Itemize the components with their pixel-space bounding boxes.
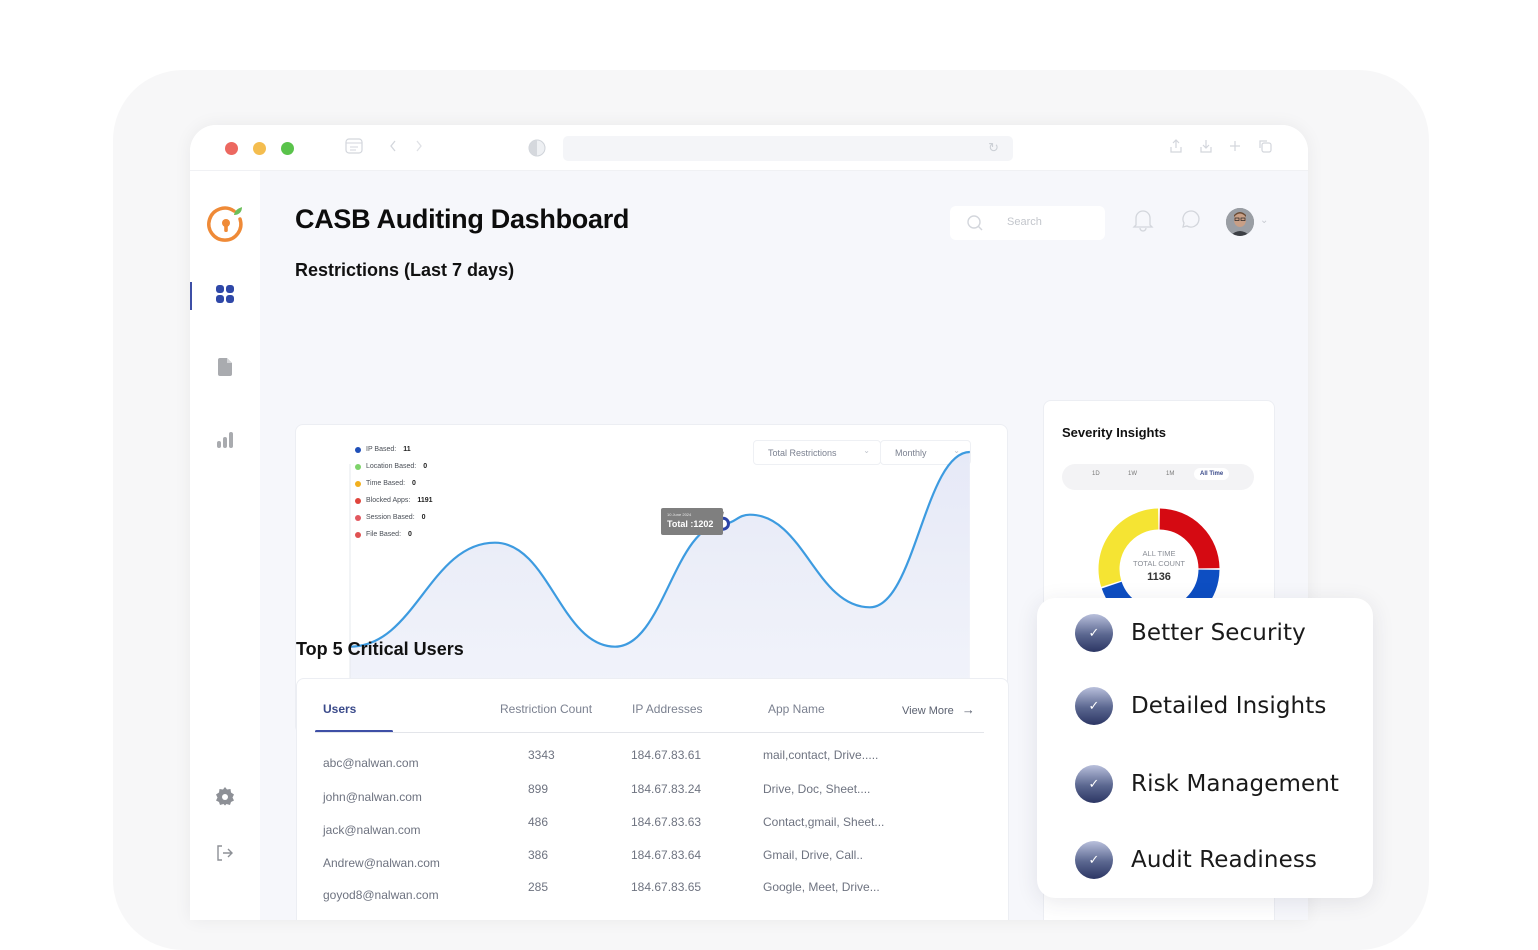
critical-users-card: Users Restriction Count IP Addresses App… (296, 678, 1009, 920)
cell-app-name: Google, Meet, Drive... (763, 880, 880, 894)
donut-label-line1: ALL TIME (1142, 549, 1176, 558)
keyhole-logo[interactable] (204, 203, 248, 252)
sidebar-item-dashboard[interactable] (190, 278, 260, 314)
cell-app-name: Contact,gmail, Sheet... (763, 815, 885, 829)
arrow-right-icon: → (961, 702, 975, 717)
feature-item: ✓ Better Security (1075, 614, 1306, 652)
feature-item: ✓ Audit Readiness (1075, 841, 1317, 879)
forward-icon[interactable] (414, 138, 424, 160)
column-header-restriction-count: Restriction Count (500, 702, 593, 716)
cell-user: Andrew@nalwan.com (323, 856, 440, 870)
download-icon[interactable] (1199, 138, 1213, 160)
maximize-window-button[interactable] (281, 142, 294, 155)
cell-app-name: Gmail, Drive, Call.. (763, 848, 864, 862)
reload-icon[interactable]: ↻ (988, 140, 999, 156)
feature-label: Better Security (1131, 620, 1306, 646)
cell-app-name: mail,contact, Drive..... (763, 748, 879, 762)
page-title: CASB Auditing Dashboard (295, 204, 630, 234)
chat-icon[interactable] (1177, 207, 1203, 233)
new-tab-icon[interactable] (1229, 138, 1241, 160)
search-icon (966, 214, 984, 237)
back-icon[interactable] (388, 138, 398, 160)
cell-restriction-count: 386 (528, 848, 549, 862)
minimize-window-button[interactable] (253, 142, 266, 155)
view-more-label: View More (902, 705, 954, 717)
cell-user: jack@nalwan.com (323, 823, 421, 837)
file-icon (217, 357, 233, 382)
cell-user: goyod8@nalwan.com (323, 888, 439, 902)
check-icon: ✓ (1075, 614, 1113, 652)
url-bar[interactable]: ↻ (563, 136, 1013, 161)
cell-app-name: Drive, Doc, Sheet.... (763, 782, 871, 796)
donut-label-line2: TOTAL COUNT (1133, 559, 1185, 568)
cell-restriction-count: 285 (528, 880, 549, 894)
donut-center-label: ALL TIME TOTAL COUNT 1136 (1096, 549, 1222, 583)
close-window-button[interactable] (225, 142, 238, 155)
cell-ip-address: 184.67.83.24 (631, 782, 702, 796)
cell-user: abc@nalwan.com (323, 756, 419, 770)
tab-users[interactable]: Users (323, 702, 356, 716)
check-icon: ✓ (1075, 765, 1113, 803)
tabs-icon[interactable] (1257, 138, 1273, 160)
table-divider (315, 732, 984, 733)
chart-tooltip: 10 June 2024 Total :1202 (661, 508, 723, 535)
sidebar-item-logout[interactable] (190, 837, 260, 873)
active-indicator (190, 282, 192, 310)
tooltip-value: Total :1202 (667, 519, 714, 529)
cell-ip-address: 184.67.83.65 (631, 880, 702, 894)
bell-icon[interactable] (1130, 207, 1156, 233)
share-icon[interactable] (1169, 138, 1183, 160)
feature-label: Audit Readiness (1131, 847, 1318, 873)
restrictions-title: Restrictions (Last 7 days) (295, 260, 515, 280)
column-header-ip-addresses: IP Addresses (632, 702, 703, 716)
search-input[interactable]: Search (950, 206, 1105, 240)
cell-ip-address: 184.67.83.64 (631, 848, 702, 862)
sidebar-item-documents[interactable] (190, 351, 260, 387)
sidebar-toggle-icon[interactable] (345, 138, 363, 160)
browser-titlebar: ↻ (190, 125, 1308, 171)
feature-item: ✓ Risk Management (1075, 765, 1339, 803)
search-placeholder: Search (1007, 216, 1042, 228)
features-card: ✓ Better Security ✓ Detailed Insights ✓ … (1037, 598, 1373, 898)
logout-icon (215, 843, 235, 868)
check-icon: ✓ (1075, 841, 1113, 879)
cell-restriction-count: 3343 (528, 748, 555, 762)
sidebar (190, 171, 260, 920)
check-icon: ✓ (1075, 687, 1113, 725)
cell-ip-address: 184.67.83.63 (631, 815, 702, 829)
column-header-app-name: App Name (768, 702, 825, 716)
feature-item: ✓ Detailed Insights (1075, 687, 1326, 725)
view-more-link[interactable]: View More → (902, 702, 975, 717)
cell-ip-address: 184.67.83.61 (631, 748, 702, 762)
cell-user: john@nalwan.com (323, 790, 422, 804)
critical-users-title: Top 5 Critical Users (296, 639, 464, 659)
feature-label: Detailed Insights (1131, 693, 1327, 719)
sidebar-item-reports[interactable] (190, 424, 260, 460)
account-menu-chevron-icon[interactable]: ⌄ (1260, 215, 1268, 226)
cell-restriction-count: 486 (528, 815, 549, 829)
user-avatar[interactable] (1226, 208, 1254, 236)
cell-restriction-count: 899 (528, 782, 549, 796)
feature-label: Risk Management (1131, 771, 1339, 797)
theme-icon[interactable] (528, 139, 546, 163)
sidebar-item-settings[interactable] (190, 780, 260, 816)
gear-icon (215, 786, 235, 811)
donut-total: 1136 (1147, 571, 1171, 583)
bar-chart-icon (215, 430, 235, 455)
grid-icon (215, 284, 235, 309)
tooltip-date: 10 June 2024 (667, 512, 692, 517)
